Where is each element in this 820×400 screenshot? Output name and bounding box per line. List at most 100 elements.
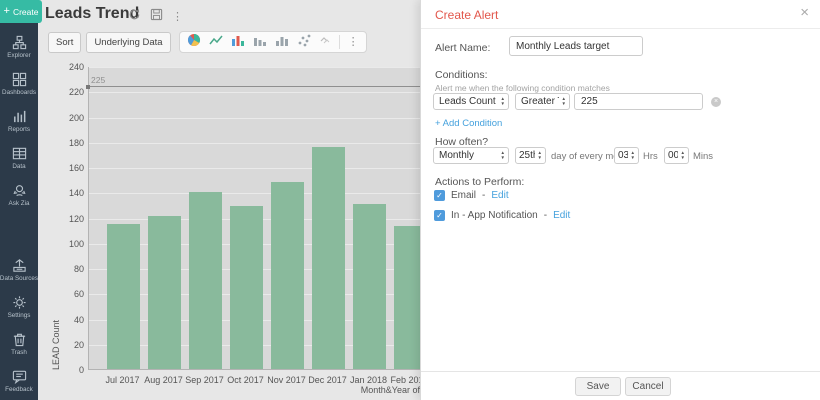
chart-toolbar: Sort Underlying Data — [48, 31, 367, 53]
inapp-checkbox[interactable]: ✓ — [434, 210, 445, 221]
bar[interactable] — [353, 204, 386, 369]
hour-select[interactable]: 03 ▲▼ — [614, 147, 639, 164]
y-tick-label: 80 — [52, 264, 84, 274]
bar[interactable] — [107, 224, 140, 369]
sidebar-item-ask-zia[interactable]: Ask Zia — [0, 176, 38, 213]
day-select[interactable]: 25th ▲▼ — [515, 147, 546, 164]
gridline — [89, 143, 420, 144]
toolbar-separator — [339, 35, 340, 49]
bar[interactable] — [148, 216, 181, 369]
save-button[interactable]: Save — [575, 377, 621, 396]
add-condition-link[interactable]: + Add Condition — [435, 118, 502, 129]
sidebar-item-label: Reports — [8, 126, 30, 133]
mins-label: Mins — [693, 151, 713, 162]
condition-operator-value: Greater Than — [521, 96, 559, 107]
inapp-edit-link[interactable]: Edit — [553, 210, 570, 221]
divider — [421, 371, 820, 372]
sidebar-item-settings[interactable]: Settings — [0, 288, 38, 325]
sidebar-item-label: Data — [12, 163, 25, 170]
gridline — [89, 118, 420, 119]
bar-chart-alt-icon[interactable] — [275, 33, 289, 52]
action-label: Email — [451, 190, 476, 201]
threshold-label: 225 — [91, 75, 105, 85]
bar-chart-icon[interactable] — [231, 33, 245, 52]
gridline — [89, 193, 420, 194]
bar[interactable] — [271, 182, 304, 369]
condition-value-input[interactable] — [574, 93, 703, 110]
sidebar-item-label: Settings — [8, 312, 31, 319]
action-separator: - — [482, 190, 485, 201]
sidebar-item-data-sources[interactable]: Data Sources — [0, 251, 38, 288]
save-icon[interactable] — [150, 8, 163, 26]
minute-select[interactable]: 00 ▲▼ — [664, 147, 689, 164]
sidebar-item-feedback[interactable]: Feedback — [0, 362, 38, 399]
explorer-icon — [12, 35, 27, 50]
sidebar-item-label: Dashboards — [2, 89, 36, 96]
email-checkbox[interactable]: ✓ — [434, 190, 445, 201]
chart-options-kebab-icon[interactable]: ⋮ — [348, 37, 359, 48]
sidebar-item-reports[interactable]: Reports — [0, 102, 38, 139]
kebab-icon[interactable]: ⋮ — [172, 12, 183, 23]
y-tick-label: 200 — [52, 113, 84, 123]
action-row-email: ✓ Email - Edit — [434, 190, 509, 201]
y-tick-label: 180 — [52, 138, 84, 148]
day-value: 25th — [519, 150, 535, 161]
stacked-bar-icon[interactable] — [253, 33, 267, 52]
y-tick-label: 160 — [52, 163, 84, 173]
y-tick-label: 120 — [52, 214, 84, 224]
refresh-icon[interactable] — [128, 8, 141, 26]
bar[interactable] — [394, 226, 420, 369]
email-edit-link[interactable]: Edit — [491, 190, 508, 201]
minute-value: 00 — [668, 150, 678, 161]
report-area: Leads Trend ⋮ Sort Underlying Data — [38, 0, 420, 400]
stepper-icon: ▲▼ — [538, 151, 542, 160]
plus-icon: + — [4, 6, 10, 17]
stepper-icon: ▲▼ — [631, 151, 635, 160]
x-axis-title: Month&Year of — [300, 385, 420, 395]
sidebar-item-trash[interactable]: Trash — [0, 325, 38, 362]
y-tick-label: 0 — [52, 365, 84, 375]
bar[interactable] — [189, 192, 222, 369]
action-row-inapp: ✓ In - App Notification - Edit — [434, 210, 570, 221]
sidebar-nav-bottom: Data Sources Settings Trash Feedback — [0, 251, 38, 399]
dialog-title: Create Alert — [435, 8, 498, 22]
ask-zia-icon — [12, 183, 27, 198]
underlying-data-button[interactable]: Underlying Data — [86, 32, 170, 53]
conditions-help-text: Alert me when the following condition ma… — [435, 83, 610, 93]
condition-operator-select[interactable]: Greater Than ▲▼ — [515, 93, 570, 110]
action-label: In - App Notification — [451, 210, 538, 221]
alert-name-input[interactable] — [509, 36, 643, 56]
sidebar-item-label: Trash — [11, 349, 27, 356]
line-chart-icon[interactable] — [209, 33, 223, 52]
y-tick-label: 100 — [52, 239, 84, 249]
gridline — [89, 67, 420, 68]
x-tick-label: Feb 2018 — [383, 375, 421, 385]
bar-chart-plot — [88, 67, 420, 370]
pie-chart-icon[interactable] — [187, 33, 201, 52]
sidebar-item-label: Data Sources — [0, 275, 38, 282]
bar[interactable] — [230, 206, 263, 369]
dashboards-icon — [12, 72, 27, 87]
sidebar-item-explorer[interactable]: Explorer — [0, 28, 38, 65]
cancel-button[interactable]: Cancel — [625, 377, 671, 396]
more-chart-types-icon[interactable] — [319, 33, 331, 51]
gridline — [89, 92, 420, 93]
sidebar-item-data[interactable]: Data — [0, 139, 38, 176]
check-icon: ✓ — [436, 191, 443, 200]
sidebar-nav-top: Explorer Dashboards Reports Data Ask Zia — [0, 28, 38, 213]
hour-value: 03 — [618, 150, 628, 161]
frequency-select[interactable]: Monthly ▲▼ — [433, 147, 509, 164]
trash-icon — [12, 332, 27, 347]
alert-name-label: Alert Name: — [435, 42, 490, 54]
scatter-chart-icon[interactable] — [297, 33, 311, 52]
condition-field-select[interactable]: Leads Count ▲▼ — [433, 93, 509, 110]
page-title: Leads Trend — [45, 5, 139, 23]
sort-button[interactable]: Sort — [48, 32, 81, 53]
close-icon[interactable]: × — [800, 4, 809, 22]
hrs-label: Hrs — [643, 151, 658, 162]
settings-icon — [12, 295, 27, 310]
sidebar-item-dashboards[interactable]: Dashboards — [0, 65, 38, 102]
bar[interactable] — [312, 147, 345, 369]
remove-condition-icon[interactable]: × — [711, 97, 721, 107]
create-button[interactable]: + Create — [0, 0, 42, 23]
